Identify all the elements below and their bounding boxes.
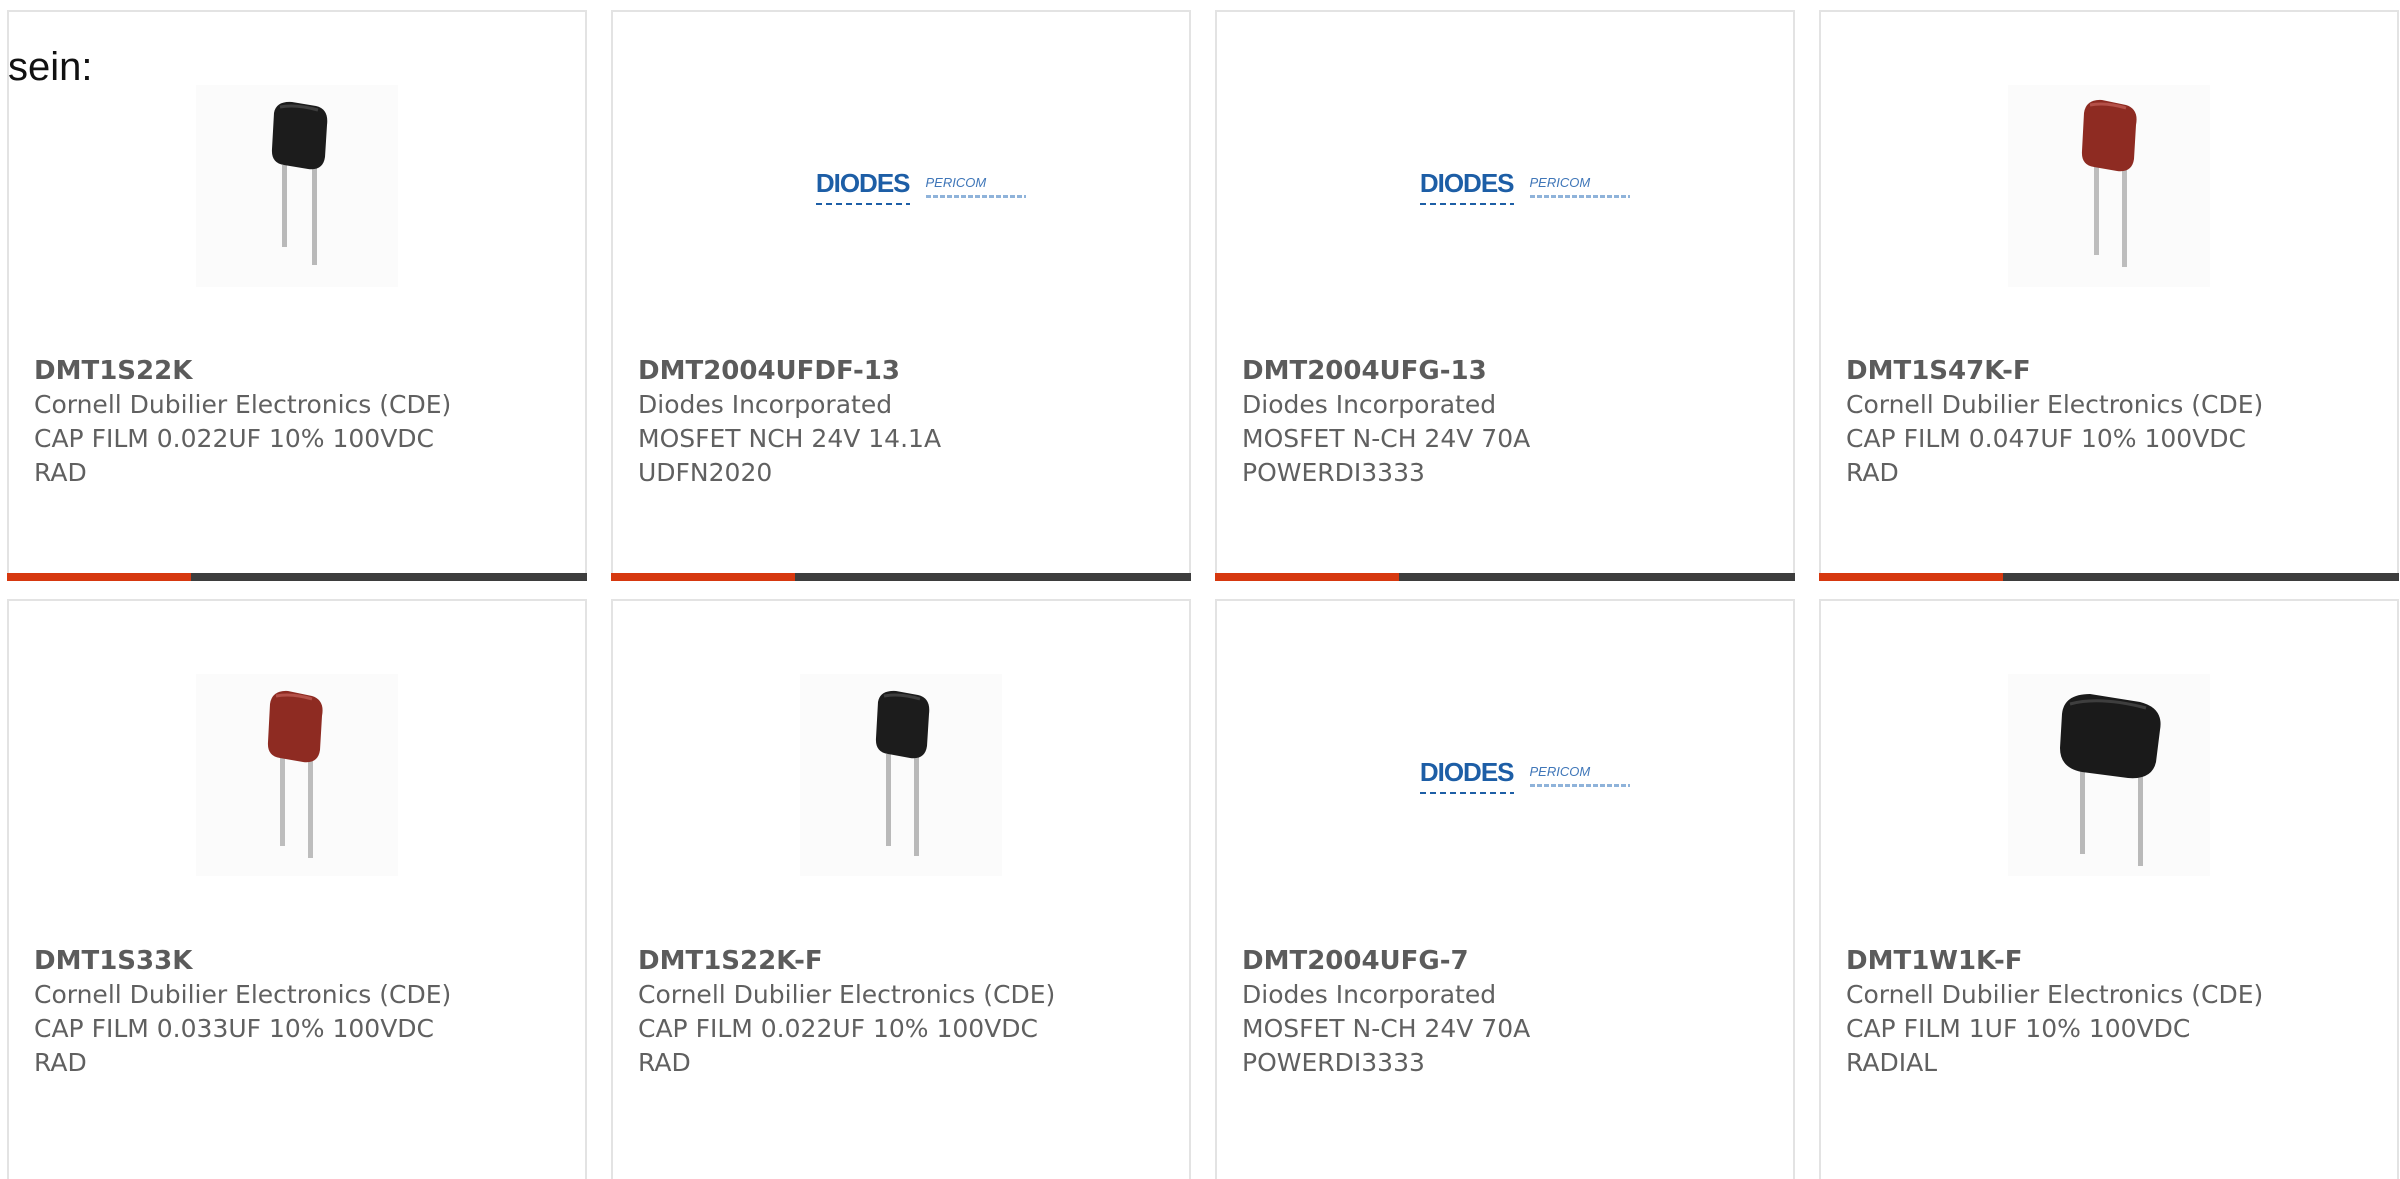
- manufacturer: Diodes Incorporated: [1242, 980, 1497, 1009]
- description: POWERDI3333: [1242, 458, 1425, 487]
- description: CAP FILM 0.022UF 10% 100VDC: [638, 1014, 1039, 1043]
- card-bottom-bar: [611, 573, 1191, 581]
- product-image[interactable]: DIODES PERICOM: [1404, 85, 1630, 287]
- description: RAD: [34, 458, 87, 487]
- logo-text: PERICOM: [1529, 175, 1630, 198]
- part-number-link[interactable]: DMT1S33K: [34, 944, 565, 978]
- part-number-link[interactable]: DMT1S47K-F: [1846, 354, 2377, 388]
- card-accent-bar: [611, 573, 795, 581]
- logo-text: PERICOM: [1529, 764, 1630, 787]
- product-image[interactable]: DIODES PERICOM: [1404, 674, 1630, 876]
- part-number-link[interactable]: DMT1S22K: [34, 354, 565, 388]
- product-card[interactable]: DMT1S22K Cornell Dubilier Electronics (C…: [7, 10, 587, 581]
- red-film-capacitor-icon: [2081, 99, 2137, 267]
- card-accent-bar: [1819, 573, 2003, 581]
- product-image[interactable]: [196, 674, 398, 876]
- black-film-capacitor-icon: [271, 101, 328, 265]
- manufacturer: Cornell Dubilier Electronics (CDE): [34, 390, 452, 419]
- description: CAP FILM 0.022UF 10% 100VDC: [34, 424, 435, 453]
- logo-text: DIODES: [1419, 757, 1514, 794]
- red-film-capacitor-icon: [267, 690, 323, 858]
- card-bottom-bar: [1819, 573, 2399, 581]
- part-number-link[interactable]: DMT2004UFDF-13: [638, 354, 1169, 388]
- description: CAP FILM 1UF 10% 100VDC: [1846, 1014, 2191, 1043]
- description: MOSFET NCH 24V 14.1A: [638, 424, 942, 453]
- product-card[interactable]: DIODES PERICOM DMT2004UFG-13 Diodes Inco…: [1215, 10, 1795, 581]
- product-image[interactable]: [2008, 85, 2210, 287]
- product-image[interactable]: DIODES PERICOM: [800, 85, 1026, 287]
- logo-text: DIODES: [1419, 168, 1514, 205]
- product-card[interactable]: DMT1S22K-F Cornell Dubilier Electronics …: [611, 599, 1191, 1179]
- card-bottom-bar: [1215, 573, 1795, 581]
- product-card[interactable]: DMT1S47K-F Cornell Dubilier Electronics …: [1819, 10, 2399, 581]
- part-number-link[interactable]: DMT1W1K-F: [1846, 944, 2377, 978]
- diodes-logo-icon: DIODES PERICOM: [1419, 168, 1630, 205]
- black-film-capacitor-icon: [875, 690, 930, 856]
- product-image[interactable]: [800, 674, 1002, 876]
- description: CAP FILM 0.033UF 10% 100VDC: [34, 1014, 435, 1043]
- description: UDFN2020: [638, 458, 773, 487]
- manufacturer: Cornell Dubilier Electronics (CDE): [1846, 980, 2264, 1009]
- card-accent-bar: [7, 573, 191, 581]
- description: RADIAL: [1846, 1048, 1938, 1077]
- intro-text: sein:: [8, 45, 93, 89]
- logo-text: PERICOM: [925, 175, 1026, 198]
- product-card[interactable]: DMT1W1K-F Cornell Dubilier Electronics (…: [1819, 599, 2399, 1179]
- description: RAD: [1846, 458, 1899, 487]
- part-number-link[interactable]: DMT2004UFG-13: [1242, 354, 1773, 388]
- description: RAD: [34, 1048, 87, 1077]
- diodes-logo-icon: DIODES PERICOM: [1419, 757, 1630, 794]
- product-image[interactable]: [2008, 674, 2210, 876]
- part-number-link[interactable]: DMT1S22K-F: [638, 944, 1169, 978]
- manufacturer: Cornell Dubilier Electronics (CDE): [638, 980, 1056, 1009]
- diodes-logo-icon: DIODES PERICOM: [815, 168, 1026, 205]
- product-image[interactable]: [196, 85, 398, 287]
- description: POWERDI3333: [1242, 1048, 1425, 1077]
- card-accent-bar: [1215, 573, 1399, 581]
- product-card[interactable]: DIODES PERICOM DMT2004UFG-7 Diodes Incor…: [1215, 599, 1795, 1179]
- manufacturer: Cornell Dubilier Electronics (CDE): [1846, 390, 2264, 419]
- card-bottom-bar: [7, 573, 587, 581]
- large-black-film-capacitor-icon: [2060, 694, 2161, 866]
- part-number-link[interactable]: DMT2004UFG-7: [1242, 944, 1773, 978]
- product-card[interactable]: DMT1S33K Cornell Dubilier Electronics (C…: [7, 599, 587, 1179]
- manufacturer: Diodes Incorporated: [1242, 390, 1497, 419]
- logo-text: DIODES: [815, 168, 910, 205]
- manufacturer: Diodes Incorporated: [638, 390, 893, 419]
- description: MOSFET N-CH 24V 70A: [1242, 424, 1531, 453]
- product-card[interactable]: DIODES PERICOM DMT2004UFDF-13 Diodes Inc…: [611, 10, 1191, 581]
- description: CAP FILM 0.047UF 10% 100VDC: [1846, 424, 2247, 453]
- description: MOSFET N-CH 24V 70A: [1242, 1014, 1531, 1043]
- manufacturer: Cornell Dubilier Electronics (CDE): [34, 980, 452, 1009]
- description: RAD: [638, 1048, 691, 1077]
